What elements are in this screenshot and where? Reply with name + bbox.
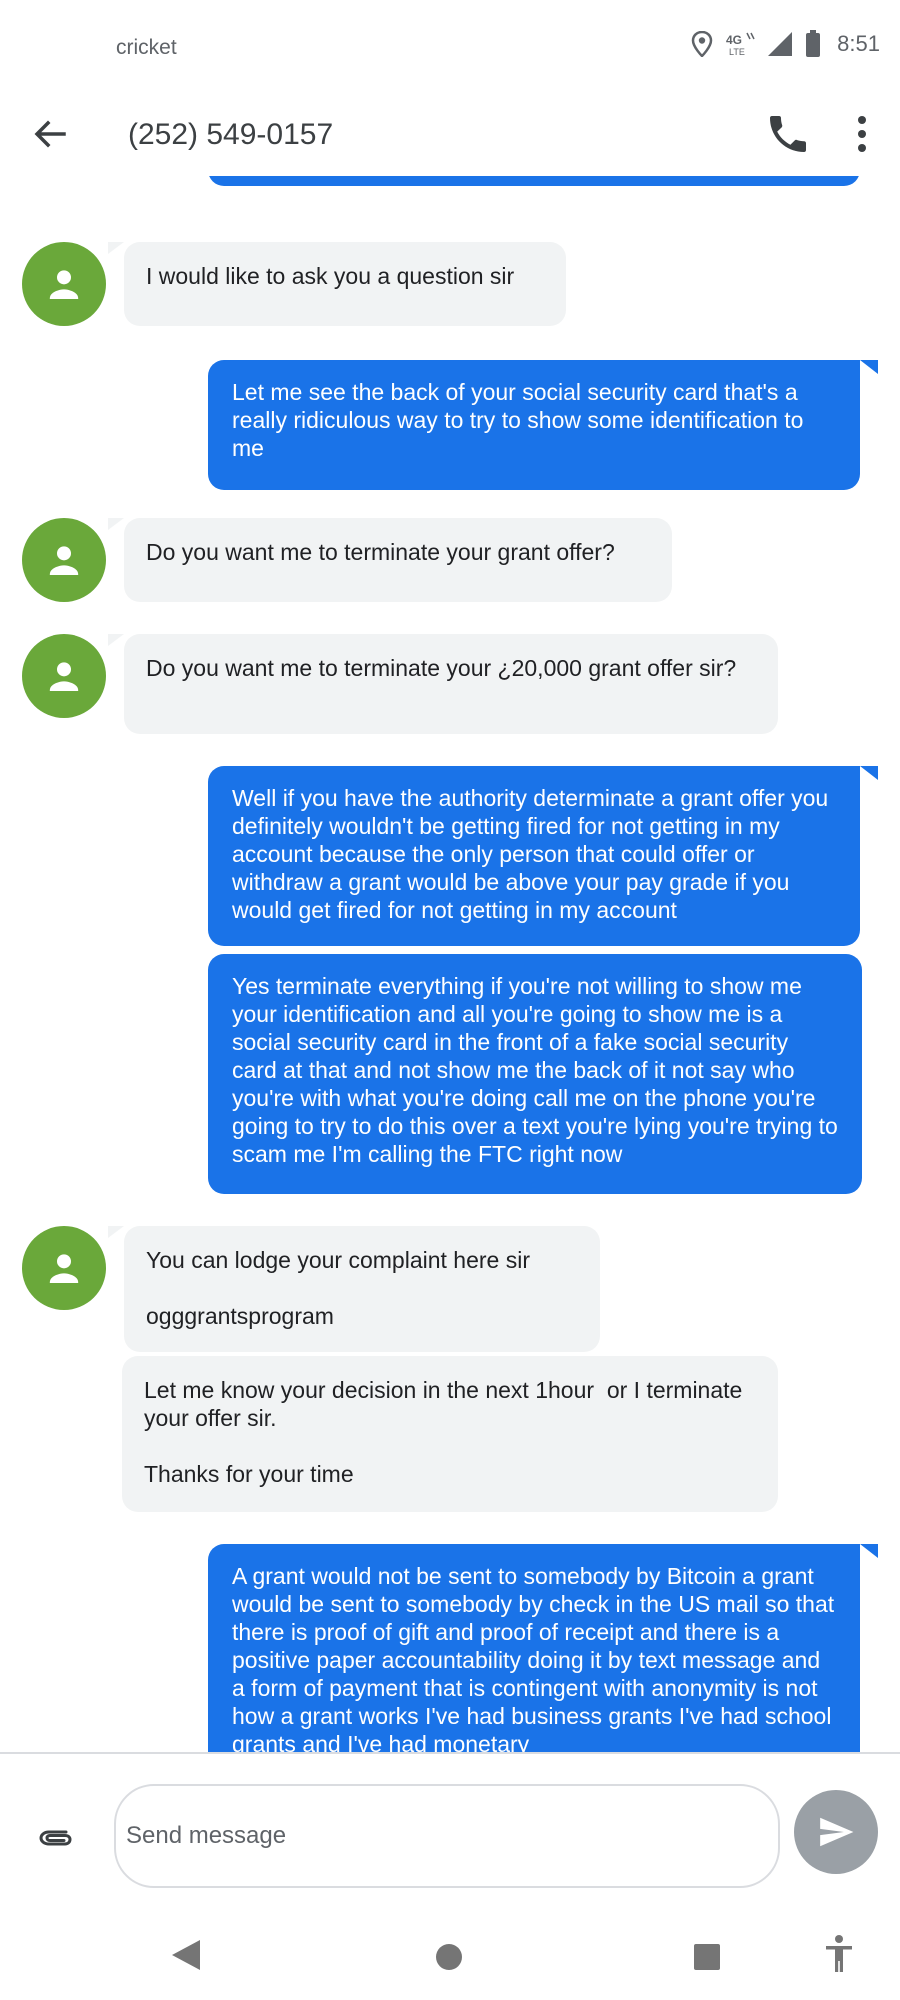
back-button[interactable] (28, 112, 72, 156)
message-bubble-outgoing[interactable]: Yes terminate everything if you're not w… (208, 954, 862, 1194)
contact-avatar[interactable] (22, 634, 106, 718)
phone-icon (770, 116, 806, 152)
send-icon (820, 1817, 854, 1847)
accessibility-icon[interactable] (824, 1934, 854, 1974)
call-button[interactable] (764, 110, 812, 158)
carrier-name: cricket (116, 36, 177, 59)
back-arrow-icon (34, 120, 66, 148)
message-bubble-outgoing[interactable]: Let me see the back of your social secur… (208, 360, 860, 490)
battery-icon (806, 30, 821, 57)
send-button[interactable] (794, 1790, 878, 1874)
attach-button[interactable] (36, 1818, 76, 1858)
nav-home-icon[interactable] (436, 1944, 462, 1970)
conversation-title: (252) 549-0157 (128, 118, 334, 151)
clock: 8:51 (837, 31, 880, 56)
signal-icon (768, 32, 793, 56)
more-vert-icon (858, 116, 866, 152)
message-bubble-incoming[interactable]: I would like to ask you a question sir (124, 242, 566, 326)
svg-text:LTE: LTE (729, 47, 745, 57)
message-bubble-incoming[interactable]: Do you want me to terminate your ¿20,000… (124, 634, 778, 734)
contact-avatar[interactable] (22, 242, 106, 326)
bubble-tail (860, 766, 878, 780)
more-options-button[interactable] (840, 110, 884, 158)
attach-icon (39, 1830, 72, 1846)
message-composer (0, 1752, 900, 1914)
bubble-tail (108, 1226, 124, 1238)
bubble-tail (108, 634, 124, 646)
person-icon (49, 662, 79, 691)
contact-avatar[interactable] (22, 518, 106, 602)
bubble-tail (860, 360, 878, 374)
message-bubble-outgoing[interactable]: Well if you have the authority determina… (208, 766, 860, 946)
bubble-tail (860, 1544, 878, 1558)
message-bubble-outgoing[interactable]: A grant would not be sent to somebody by… (208, 1544, 860, 1752)
app-bar: (252) 549-0157 (0, 96, 900, 176)
message-bubble-incoming[interactable]: Do you want me to terminate your grant o… (124, 518, 672, 602)
bubble-tail (108, 518, 124, 530)
message-input[interactable] (114, 1784, 780, 1888)
nav-back-icon[interactable] (170, 1938, 202, 1972)
location-icon (691, 31, 713, 57)
system-nav-bar (0, 1912, 900, 2000)
contact-avatar[interactable] (22, 1226, 106, 1310)
person-icon (49, 1254, 79, 1283)
message-bubble-incoming[interactable]: You can lodge your complaint here sir og… (124, 1226, 600, 1352)
bubble-tail (108, 242, 124, 254)
svg-text:4G: 4G (726, 33, 742, 47)
message-bubble-partial[interactable] (208, 176, 860, 186)
message-thread[interactable]: I would like to ask you a question sir L… (0, 176, 900, 1752)
nav-recents-icon[interactable] (694, 1944, 720, 1970)
person-icon (49, 270, 79, 299)
status-icons: 4G LTE 8:51 (691, 30, 880, 58)
lte-icon: 4G LTE (726, 32, 755, 57)
person-icon (49, 546, 79, 575)
status-bar: cricket 4G LTE 8:51 (0, 0, 900, 96)
message-bubble-incoming[interactable]: Let me know your decision in the next 1h… (122, 1356, 778, 1512)
